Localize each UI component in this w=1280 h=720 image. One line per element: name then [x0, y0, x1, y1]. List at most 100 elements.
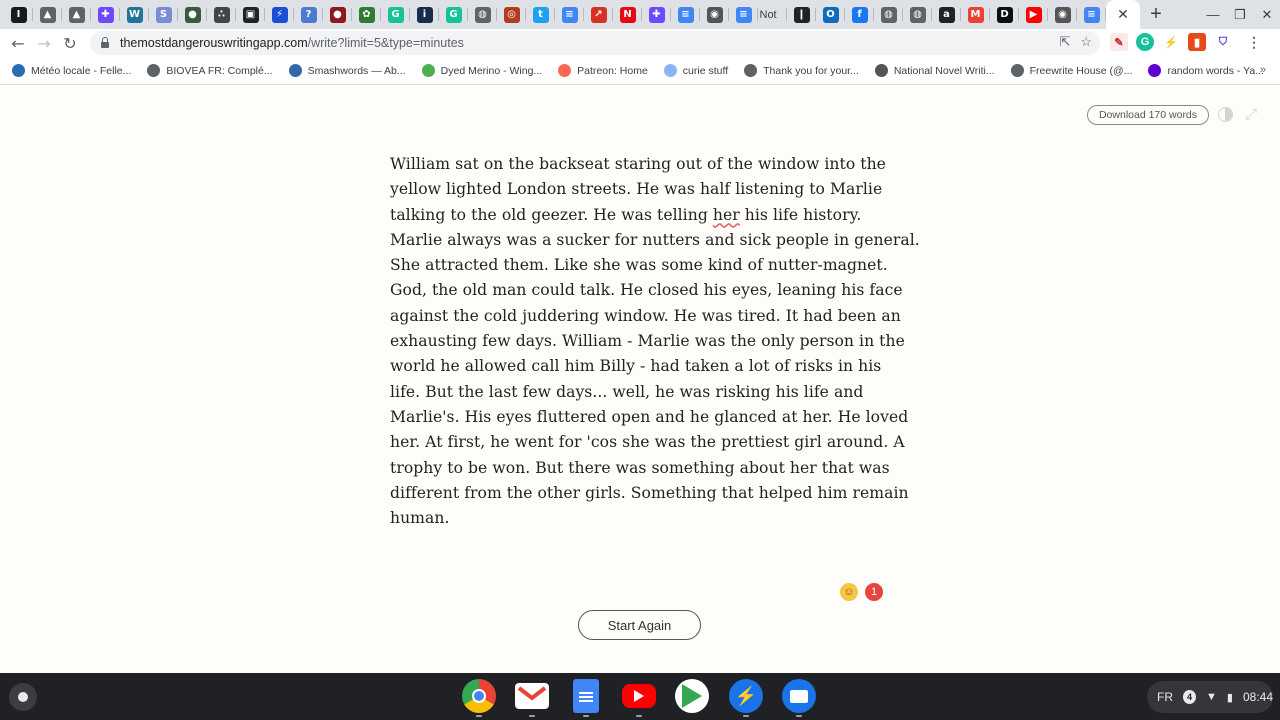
chrome-icon[interactable]	[462, 679, 496, 713]
browser-tab[interactable]: ⚡	[265, 0, 294, 29]
bookmark-item[interactable]: Météo locale - Felle...	[12, 64, 131, 77]
wheel-icon: ●	[184, 6, 201, 23]
bookmark-item[interactable]: Dyed Merino - Wing...	[421, 64, 542, 77]
browser-tab[interactable]: G	[439, 0, 468, 29]
start-again-button[interactable]: Start Again	[578, 610, 701, 640]
browser-tab[interactable]: ?	[294, 0, 323, 29]
notification-count: 4	[1183, 690, 1197, 704]
grammarly-extension-icon[interactable]: G	[1136, 33, 1154, 51]
bookmark-item[interactable]: Patreon: Home	[558, 64, 648, 77]
browser-tab[interactable]: ▲	[33, 0, 62, 29]
browser-tab[interactable]: ✚	[91, 0, 120, 29]
browser-tab[interactable]: ●	[323, 0, 352, 29]
bookmark-item[interactable]: random words - Ya...	[1148, 64, 1264, 77]
browser-tab[interactable]: ≡	[555, 0, 584, 29]
browser-tab[interactable]: Not	[758, 0, 787, 29]
slack-icon: ✚	[97, 6, 114, 23]
contrast-toggle-icon[interactable]	[1218, 107, 1233, 122]
browser-tab[interactable]: i	[410, 0, 439, 29]
bookmark-label: National Novel Writi...	[893, 64, 995, 77]
browser-tab[interactable]: ≡	[729, 0, 758, 29]
extension-icon[interactable]: ✎	[1110, 33, 1128, 51]
browser-tab[interactable]: ↗	[584, 0, 613, 29]
browser-tab[interactable]: W	[120, 0, 149, 29]
browser-tab[interactable]: S	[149, 0, 178, 29]
browser-tab[interactable]: a	[932, 0, 961, 29]
new-tab-button[interactable]: +	[1140, 0, 1172, 29]
fullscreen-icon[interactable]: ⤢	[1243, 106, 1259, 122]
browser-tab[interactable]: M	[961, 0, 990, 29]
address-bar[interactable]: themostdangerouswritingapp.com/write?lim…	[90, 31, 1100, 55]
bookmark-item[interactable]: National Novel Writi...	[874, 64, 995, 77]
browser-tab[interactable]: ●	[178, 0, 207, 29]
close-window-button[interactable]: ✕	[1253, 0, 1280, 29]
book-extension-icon[interactable]: ▮	[1188, 33, 1206, 51]
browser-tab[interactable]: ❙	[787, 0, 816, 29]
bookmark-item[interactable]: Smashwords — Ab...	[288, 64, 406, 77]
browser-tab[interactable]: ≡	[671, 0, 700, 29]
amazon-icon: a	[938, 6, 955, 23]
minimize-button[interactable]: —	[1199, 0, 1227, 29]
system-tray[interactable]: FR 4 ▼ ▮ 08:44	[1147, 681, 1273, 713]
browser-tab[interactable]: D	[990, 0, 1019, 29]
browser-tab[interactable]: ≡	[1077, 0, 1106, 29]
bookmark-label: Smashwords — Ab...	[307, 64, 406, 77]
browser-tab[interactable]: ✚	[642, 0, 671, 29]
freewrite-icon[interactable]: ⚡	[729, 679, 763, 713]
text-line: her. At first, he went for 'cos she was …	[390, 433, 905, 452]
browser-tab[interactable]: ▲	[62, 0, 91, 29]
browser-tab[interactable]: O	[816, 0, 845, 29]
target-icon: ◎	[503, 6, 520, 23]
active-tab[interactable]: ✕	[1106, 0, 1140, 29]
bookmark-item[interactable]: Thank you for your...	[744, 64, 859, 77]
browser-tab[interactable]: ✿	[352, 0, 381, 29]
maximize-button[interactable]: ❐	[1226, 0, 1254, 29]
browser-tab[interactable]: ◍	[468, 0, 497, 29]
bookmark-item[interactable]: Freewrite House (@...	[1010, 64, 1132, 77]
browser-tab[interactable]: ▣	[236, 0, 265, 29]
star-icon[interactable]: ☆	[1080, 34, 1092, 50]
browser-tab[interactable]: t	[526, 0, 555, 29]
download-button[interactable]: Download 170 words	[1087, 105, 1209, 125]
shield-extension-icon[interactable]: ⛉	[1214, 33, 1232, 51]
browser-tab[interactable]: I	[4, 0, 33, 29]
chart-icon: ↗	[590, 6, 607, 23]
gmail-icon: M	[967, 6, 984, 23]
gmail-icon[interactable]	[515, 683, 549, 709]
play-store-icon[interactable]	[675, 679, 709, 713]
browser-tab[interactable]: ◍	[903, 0, 932, 29]
more-bookmarks-icon[interactable]: »	[1260, 64, 1266, 76]
browser-tab[interactable]: f	[845, 0, 874, 29]
browser-tab[interactable]: ◎	[497, 0, 526, 29]
launcher-icon[interactable]	[9, 683, 37, 711]
bookmark-item[interactable]: curie stuff	[663, 64, 729, 77]
chrome-menu-icon[interactable]: ⋮	[1245, 33, 1263, 51]
writing-editor[interactable]: William sat on the backseat staring out …	[390, 152, 920, 531]
os-shelf: ⚡ FR 4 ▼ ▮ 08:44	[0, 673, 1280, 720]
browser-tab[interactable]: N	[613, 0, 642, 29]
browser-tab[interactable]: ◍	[874, 0, 903, 29]
brush-extension-icon[interactable]: ⚡	[1162, 33, 1180, 51]
forward-button[interactable]: →	[31, 30, 57, 56]
browser-tab[interactable]: ▶	[1019, 0, 1048, 29]
docs-icon[interactable]	[573, 679, 599, 713]
browser-tab[interactable]: ◉	[700, 0, 729, 29]
bolt-icon: ⚡	[271, 6, 288, 23]
emoji-reaction-icon[interactable]: ☺	[840, 583, 858, 601]
reload-button[interactable]: ↻	[57, 30, 83, 56]
bookmark-item[interactable]: BIOVEA FR: Complé...	[147, 64, 273, 77]
spellcheck-flagged-word[interactable]: her	[713, 206, 740, 224]
youtube-icon[interactable]	[622, 684, 656, 708]
close-tab-icon[interactable]: ✕	[1117, 6, 1129, 23]
bookmark-label: curie stuff	[682, 64, 729, 77]
browser-tab[interactable]: G	[381, 0, 410, 29]
open-external-icon[interactable]: ⇱	[1059, 34, 1070, 50]
docs-icon-2: ≡	[677, 6, 694, 23]
docs-icon: ≡	[561, 6, 578, 23]
files-icon[interactable]	[782, 679, 816, 713]
wifi-icon: ▼	[1206, 691, 1217, 703]
browser-tab[interactable]: ◉	[1048, 0, 1077, 29]
browser-tab[interactable]: ∴	[207, 0, 236, 29]
youtube-icon: ▶	[1025, 6, 1042, 23]
back-button[interactable]: ←	[5, 30, 31, 56]
